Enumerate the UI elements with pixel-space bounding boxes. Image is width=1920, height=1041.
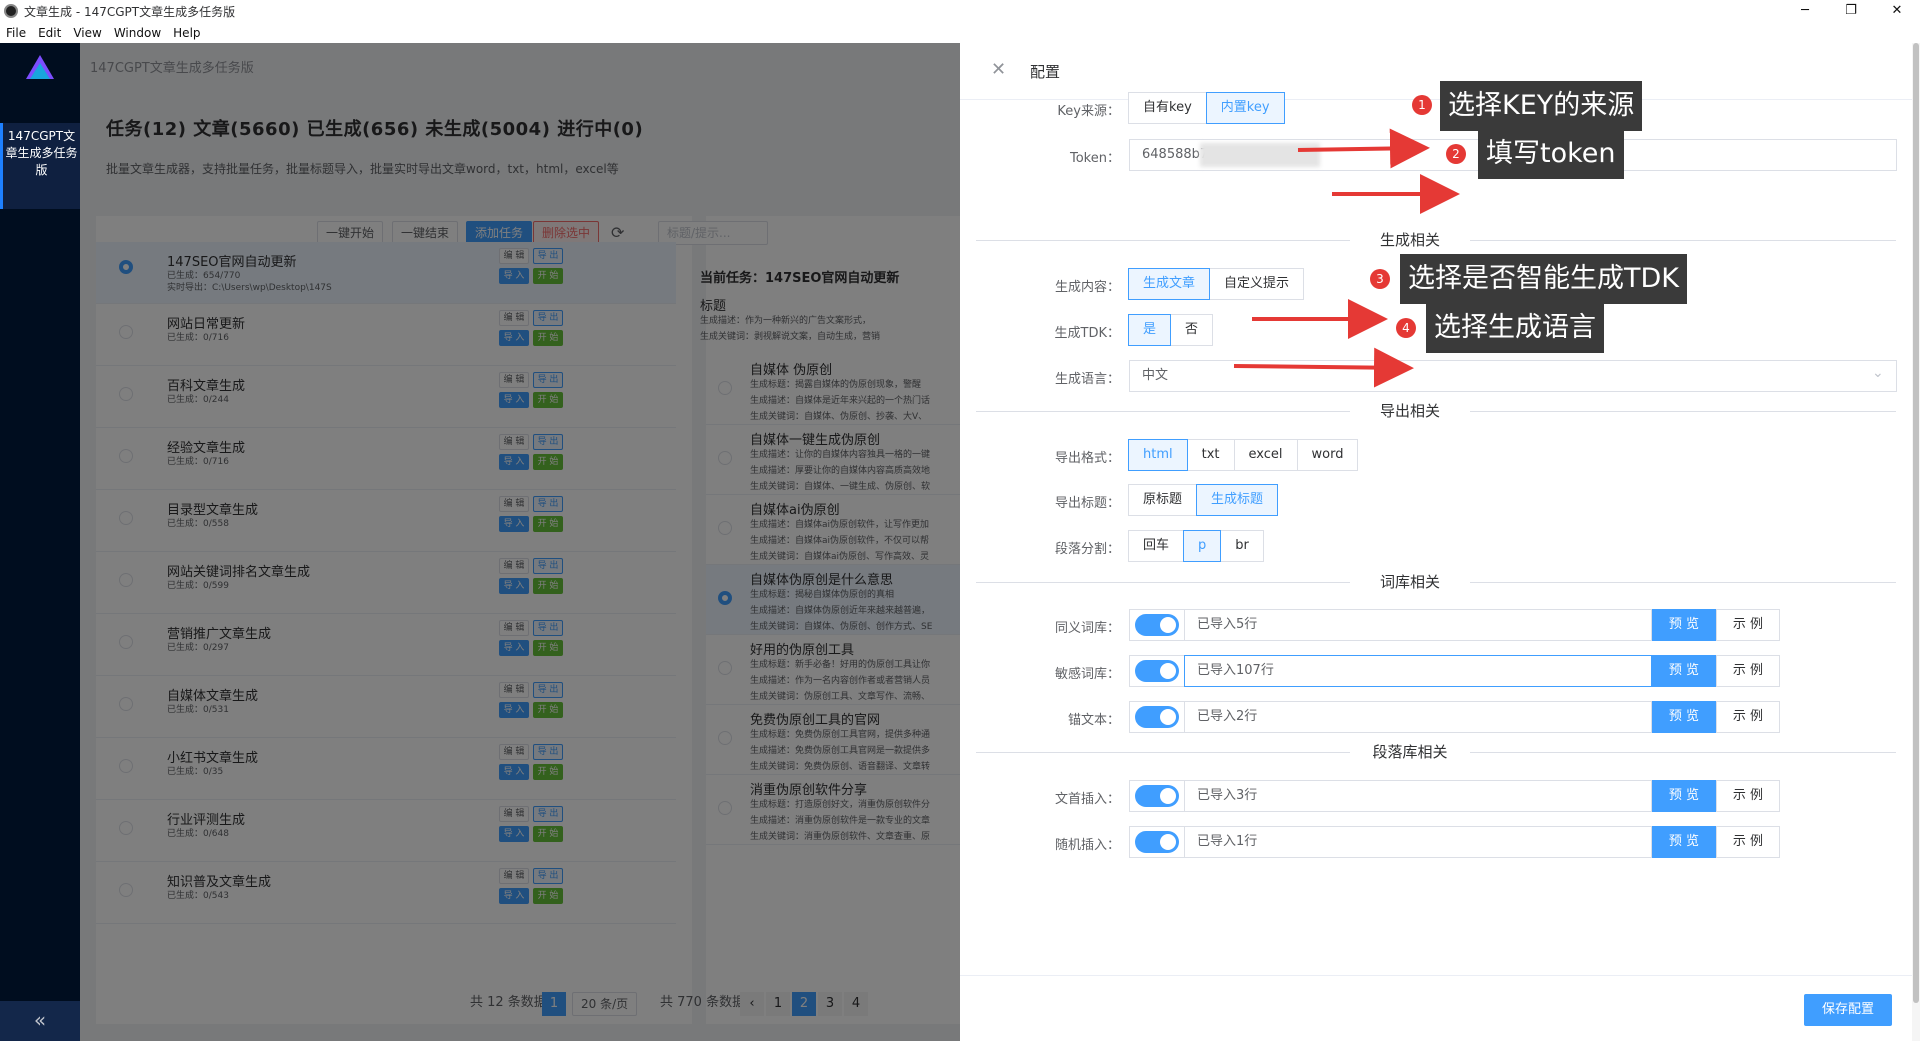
preview-button[interactable]: 预 览 xyxy=(1652,701,1716,733)
modal-mask[interactable] xyxy=(80,43,960,1041)
enable-toggle[interactable] xyxy=(1135,785,1179,807)
annotation-3: 选择是否智能生成TDK xyxy=(1400,254,1687,304)
annotation-badge-2: 2 xyxy=(1446,144,1466,164)
preview-button[interactable]: 预 览 xyxy=(1652,655,1716,687)
export-title-label: 导出标题： xyxy=(1054,496,1120,511)
chevron-down-icon: ⌄ xyxy=(1872,365,1884,381)
menu-help[interactable]: Help xyxy=(167,26,206,40)
enable-toggle[interactable] xyxy=(1135,706,1179,728)
window-title: 文章生成 - 147CGPT文章生成多任务版 xyxy=(24,4,236,19)
annotation-4: 选择生成语言 xyxy=(1426,303,1604,353)
import-status[interactable]: 已导入107行 xyxy=(1184,655,1652,687)
row-label: 锚文本： xyxy=(1067,713,1120,728)
paragraph-split-label: 段落分割： xyxy=(1054,542,1120,557)
example-button[interactable]: 示 例 xyxy=(1716,609,1780,641)
format-txt-option[interactable]: txt xyxy=(1186,439,1235,471)
tdk-yes-option[interactable]: 是 xyxy=(1128,314,1172,346)
footer-divider xyxy=(960,975,1912,976)
annotation-2: 填写token xyxy=(1478,129,1624,179)
row-label: 文首插入： xyxy=(1054,792,1120,807)
preview-button[interactable]: 预 览 xyxy=(1652,780,1716,812)
import-status[interactable]: 已导入5行 xyxy=(1184,609,1652,641)
drawer-scrollbar[interactable] xyxy=(1912,43,1920,1041)
key-builtin-option[interactable]: 内置key xyxy=(1205,92,1285,124)
arrow-4 xyxy=(1233,347,1414,388)
sidebar-item-article-gen[interactable]: 147CGPT文章生成多任务版 xyxy=(0,123,80,209)
arrow-1 xyxy=(1297,128,1430,169)
preview-button[interactable]: 预 览 xyxy=(1652,826,1716,858)
export-format-label: 导出格式： xyxy=(1054,451,1120,466)
menu-window[interactable]: Window xyxy=(108,26,167,40)
export-format-group: html txt excel word xyxy=(1128,439,1359,471)
split-p-option[interactable]: p xyxy=(1183,530,1222,562)
annotation-1: 选择KEY的来源 xyxy=(1440,81,1643,131)
example-button[interactable]: 示 例 xyxy=(1716,780,1780,812)
menu-bar: File Edit View Window Help xyxy=(0,22,1920,43)
lexicon-section-title: 词库相关 xyxy=(1350,571,1470,592)
split-br-option[interactable]: br xyxy=(1220,530,1264,562)
restore-button[interactable]: ❐ xyxy=(1828,0,1874,22)
row-label: 同义词库： xyxy=(1054,621,1120,636)
app-icon xyxy=(4,4,18,18)
scroll-thumb[interactable] xyxy=(1913,43,1919,1003)
sidebar: 147CGPT文章生成多任务版 « xyxy=(0,43,80,1041)
import-status[interactable]: 已导入3行 xyxy=(1184,780,1652,812)
close-icon[interactable]: ✕ xyxy=(991,59,1006,80)
row-label: 敏感词库： xyxy=(1054,667,1120,682)
save-config-button[interactable]: 保存配置 xyxy=(1804,994,1892,1026)
generated-title-option[interactable]: 生成标题 xyxy=(1196,484,1279,516)
close-window-button[interactable]: ✕ xyxy=(1874,0,1920,22)
paragraph-split-group: 回车 p br xyxy=(1128,530,1264,562)
logo-icon xyxy=(26,55,54,79)
format-excel-option[interactable]: excel xyxy=(1233,439,1298,471)
row-label: 随机插入： xyxy=(1054,838,1120,853)
format-word-option[interactable]: word xyxy=(1296,439,1359,471)
menu-file[interactable]: File xyxy=(0,26,32,40)
gen-article-option[interactable]: 生成文章 xyxy=(1128,268,1211,300)
enable-toggle[interactable] xyxy=(1135,614,1179,636)
original-title-option[interactable]: 原标题 xyxy=(1128,484,1198,516)
window-controls: ─ ❐ ✕ xyxy=(1782,0,1920,22)
example-button[interactable]: 示 例 xyxy=(1716,701,1780,733)
split-enter-option[interactable]: 回车 xyxy=(1128,530,1185,562)
import-status[interactable]: 已导入2行 xyxy=(1184,701,1652,733)
example-button[interactable]: 示 例 xyxy=(1716,826,1780,858)
title-bar: 文章生成 - 147CGPT文章生成多任务版 ─ ❐ ✕ xyxy=(0,0,1920,22)
enable-toggle[interactable] xyxy=(1135,660,1179,682)
annotation-badge-4: 4 xyxy=(1396,318,1416,338)
import-status[interactable]: 已导入1行 xyxy=(1184,826,1652,858)
preview-button[interactable]: 预 览 xyxy=(1652,609,1716,641)
annotation-badge-3: 3 xyxy=(1370,269,1390,289)
collapse-sidebar-icon[interactable]: « xyxy=(0,1001,80,1041)
menu-view[interactable]: View xyxy=(67,26,107,40)
enable-toggle[interactable] xyxy=(1135,831,1179,853)
export-title-group: 原标题 生成标题 xyxy=(1128,484,1279,516)
minimize-button[interactable]: ─ xyxy=(1782,0,1828,22)
annotation-badge-1: 1 xyxy=(1412,95,1432,115)
paragraph-section-title: 段落库相关 xyxy=(1350,741,1470,762)
menu-edit[interactable]: Edit xyxy=(32,26,67,40)
annotation-arrows xyxy=(1233,128,1460,388)
format-html-option[interactable]: html xyxy=(1128,439,1188,471)
example-button[interactable]: 示 例 xyxy=(1716,655,1780,687)
drawer-title: 配置 xyxy=(1030,63,1061,81)
app-area: 147CGPT文章生成多任务版 « 147CGPT文章生成多任务版 任务(12)… xyxy=(0,43,1920,1041)
